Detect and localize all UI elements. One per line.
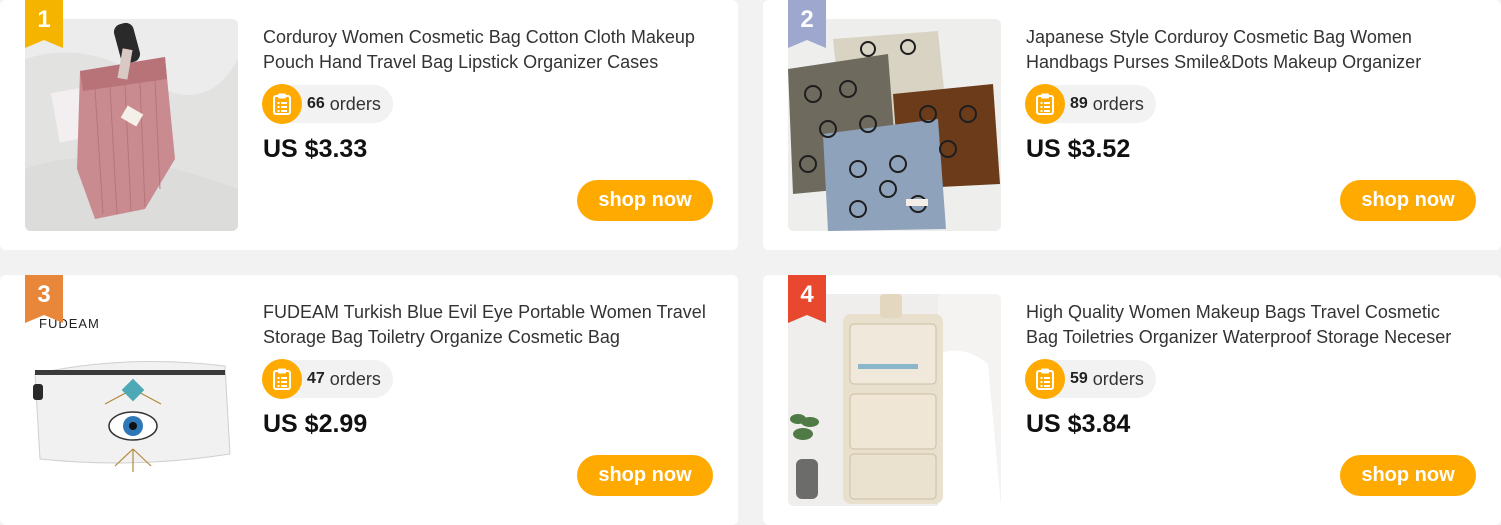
rank-number: 1 (37, 6, 51, 33)
product-card[interactable]: 2 Japanese Style Corduroy Cosmetic Bag W… (763, 0, 1501, 250)
rank-number: 3 (37, 281, 51, 308)
shop-now-button[interactable]: shop now (1340, 180, 1476, 221)
orders-pill: 59 orders (1025, 358, 1156, 399)
product-price: US $3.33 (263, 135, 368, 163)
orders-pill: 89 orders (1025, 83, 1156, 124)
rank-badge: 4 (788, 275, 826, 323)
orders-label: orders (1092, 368, 1144, 389)
product-price: US $3.84 (1026, 410, 1131, 438)
orders-count: 89 (1070, 95, 1088, 112)
orders-pill: 47 orders (262, 358, 393, 399)
shop-now-button[interactable]: shop now (577, 455, 713, 496)
rank-badge: 1 (25, 0, 63, 48)
clipboard-list-icon (1025, 358, 1065, 399)
orders-label: orders (1092, 93, 1144, 114)
shop-now-button[interactable]: shop now (1340, 455, 1476, 496)
product-image[interactable] (25, 19, 238, 231)
rank-badge: 2 (788, 0, 826, 48)
rank-badge: 3 (25, 275, 63, 323)
clipboard-list-icon (262, 358, 302, 399)
rank-number: 4 (800, 281, 814, 308)
product-price: US $2.99 (263, 410, 368, 438)
orders-label: orders (329, 93, 381, 114)
orders-count: 66 (307, 95, 325, 112)
product-card[interactable]: 3 FUDEAM FUDEAM Turkish Blue Evil Eye Po… (0, 275, 738, 525)
shop-now-button[interactable]: shop now (577, 180, 713, 221)
clipboard-list-icon (1025, 83, 1065, 124)
product-image[interactable] (788, 294, 1001, 506)
orders-count: 59 (1070, 370, 1088, 387)
orders-count: 47 (307, 370, 325, 387)
orders-pill: 66 orders (262, 83, 393, 124)
clipboard-list-icon (262, 83, 302, 124)
product-image[interactable] (788, 19, 1001, 231)
product-grid: 1 Corduroy Women Cosmetic Bag Cotton Clo… (0, 0, 1501, 525)
product-title[interactable]: High Quality Women Makeup Bags Travel Co… (1026, 300, 1476, 352)
rank-number: 2 (800, 6, 814, 33)
product-title[interactable]: FUDEAM Turkish Blue Evil Eye Portable Wo… (263, 300, 713, 352)
orders-label: orders (329, 368, 381, 389)
product-title[interactable]: Japanese Style Corduroy Cosmetic Bag Wom… (1026, 25, 1476, 77)
product-image[interactable]: FUDEAM (25, 294, 238, 506)
product-card[interactable]: 4 High Quality Women Makeup Bags Travel … (763, 275, 1501, 525)
product-title[interactable]: Corduroy Women Cosmetic Bag Cotton Cloth… (263, 25, 713, 77)
product-card[interactable]: 1 Corduroy Women Cosmetic Bag Cotton Clo… (0, 0, 738, 250)
product-price: US $3.52 (1026, 135, 1131, 163)
